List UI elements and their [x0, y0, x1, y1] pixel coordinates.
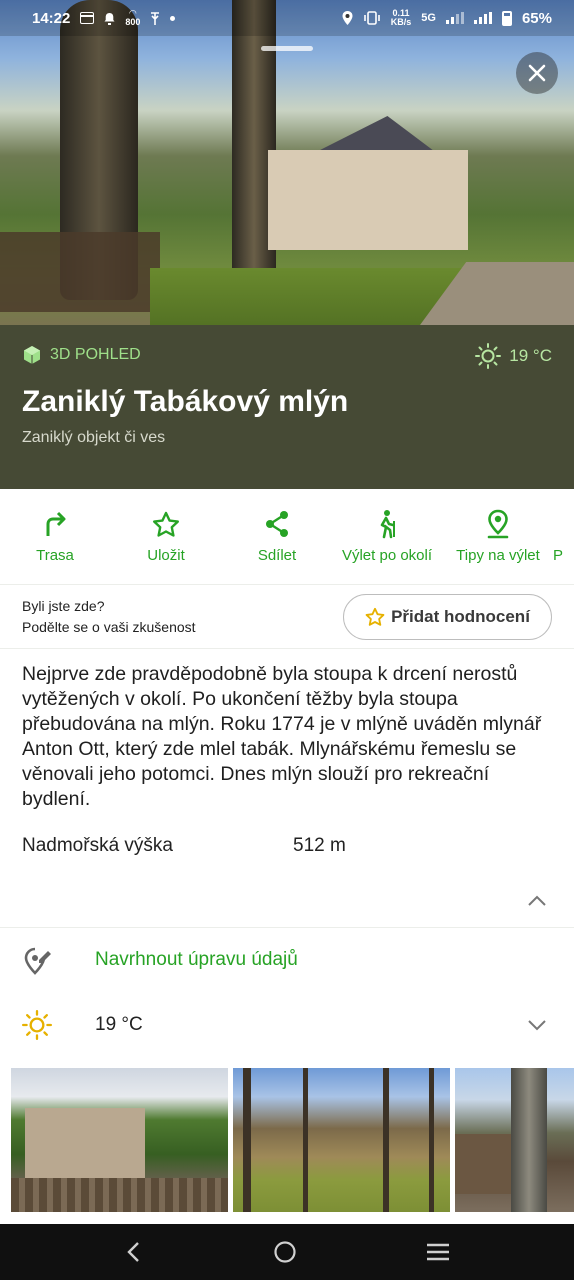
- gallery-photo[interactable]: [455, 1068, 574, 1212]
- drag-handle[interactable]: [261, 46, 313, 51]
- signal-icon: [445, 12, 464, 24]
- trip-tips-label: Tipy na výlet: [456, 547, 540, 564]
- battery-level: 65%: [521, 9, 552, 27]
- back-icon[interactable]: [124, 1241, 144, 1263]
- photo-gallery: [0, 1068, 574, 1214]
- nearby-trip-button[interactable]: Výlet po okolí: [332, 509, 442, 564]
- fence: [11, 1178, 228, 1212]
- divider: [0, 927, 574, 928]
- close-button[interactable]: [516, 52, 558, 94]
- notif-badge: ◠ 800: [125, 8, 141, 27]
- star-outline-icon: [365, 607, 385, 626]
- trip-tips-button[interactable]: Tipy na výlet: [443, 509, 553, 564]
- sun-icon: [22, 1010, 52, 1040]
- shed: [455, 1134, 515, 1194]
- tree-trunk: [429, 1068, 434, 1212]
- view-3d-label: 3D POHLED: [50, 346, 141, 363]
- add-rating-button[interactable]: Přidat hodnocení: [343, 594, 552, 640]
- view-3d-button[interactable]: 3D POHLED: [22, 345, 141, 365]
- tree-trunk: [303, 1068, 308, 1212]
- weather-temperature: 19 °C: [95, 1014, 143, 1035]
- share-label: Sdílet: [257, 547, 297, 564]
- map-pin-icon: [487, 509, 509, 539]
- status-time: 14:22: [32, 9, 71, 27]
- chevron-up-icon[interactable]: [526, 890, 548, 912]
- weather-summary[interactable]: 19 °C: [475, 343, 552, 369]
- route-arrow-icon: [46, 511, 66, 536]
- bell-icon: [104, 12, 115, 25]
- gallery-photo[interactable]: [233, 1068, 450, 1212]
- home-icon[interactable]: [273, 1240, 297, 1264]
- close-icon: [528, 64, 546, 82]
- temperature-top: 19 °C: [509, 346, 552, 365]
- tree-trunk: [243, 1068, 251, 1212]
- more-actions-partial[interactable]: P: [553, 509, 574, 564]
- rating-question: Byli jste zde?: [22, 598, 105, 614]
- vibrate-icon: [363, 11, 380, 25]
- network-type: 5G: [421, 12, 436, 24]
- place-header: 3D POHLED 19 °C Zaniklý Tabákový mlýn Za…: [0, 325, 574, 489]
- route-label: Trasa: [36, 547, 74, 564]
- fence: [0, 232, 160, 312]
- recents-icon[interactable]: [426, 1242, 450, 1262]
- house: [25, 1108, 145, 1178]
- battery-icon: [501, 10, 512, 26]
- tree-trunk: [511, 1068, 547, 1212]
- action-bar: Trasa Uložit Sdílet Výlet po okolí Tipy …: [0, 489, 574, 585]
- place-description: Nejprve zde pravděpodobně byla stoupa k …: [22, 663, 542, 810]
- weather-row[interactable]: 19 °C: [0, 998, 574, 1054]
- antenna-icon: [151, 11, 160, 25]
- rating-section: Byli jste zde? Podělte se o vaši zkušeno…: [0, 585, 574, 649]
- add-rating-label: Přidat hodnocení: [391, 607, 530, 626]
- star-outline-icon: [153, 511, 179, 537]
- save-button[interactable]: Uložit: [111, 509, 221, 564]
- house: [268, 150, 468, 250]
- notification-dot: [170, 15, 176, 21]
- location-icon: [342, 11, 353, 25]
- status-bar: 14:22 ◠ 800 0.11 KB/s 5G 65%: [0, 0, 574, 36]
- elevation-value: 512 m: [293, 835, 346, 856]
- tree-trunk: [383, 1068, 389, 1212]
- chevron-down-icon[interactable]: [526, 1014, 548, 1036]
- network-speed: 0.11 KB/s: [390, 8, 412, 27]
- suggest-edit-row[interactable]: Navrhnout úpravu údajů: [0, 934, 574, 990]
- edit-location-icon: [24, 947, 51, 975]
- save-label: Uložit: [147, 547, 185, 564]
- share-icon: [266, 511, 288, 537]
- suggest-edit-label: Navrhnout úpravu údajů: [95, 949, 298, 970]
- rating-prompt: Podělte se o vaši zkušenost: [22, 619, 196, 635]
- signal-icon: [473, 12, 492, 24]
- route-button[interactable]: Trasa: [0, 509, 110, 564]
- system-nav-bar: [0, 1224, 574, 1280]
- sun-icon: [475, 343, 502, 369]
- hiker-icon: [380, 510, 395, 539]
- share-button[interactable]: Sdílet: [222, 509, 332, 564]
- page-title: Zaniklý Tabákový mlýn: [22, 385, 349, 418]
- nearby-trip-label: Výlet po okolí: [341, 547, 433, 564]
- place-category: Zaniklý objekt či ves: [22, 429, 166, 446]
- elevation-label: Nadmořská výška: [22, 835, 173, 856]
- gallery-photo[interactable]: [11, 1068, 228, 1212]
- card-icon: [80, 12, 95, 24]
- cube-icon: [24, 346, 40, 364]
